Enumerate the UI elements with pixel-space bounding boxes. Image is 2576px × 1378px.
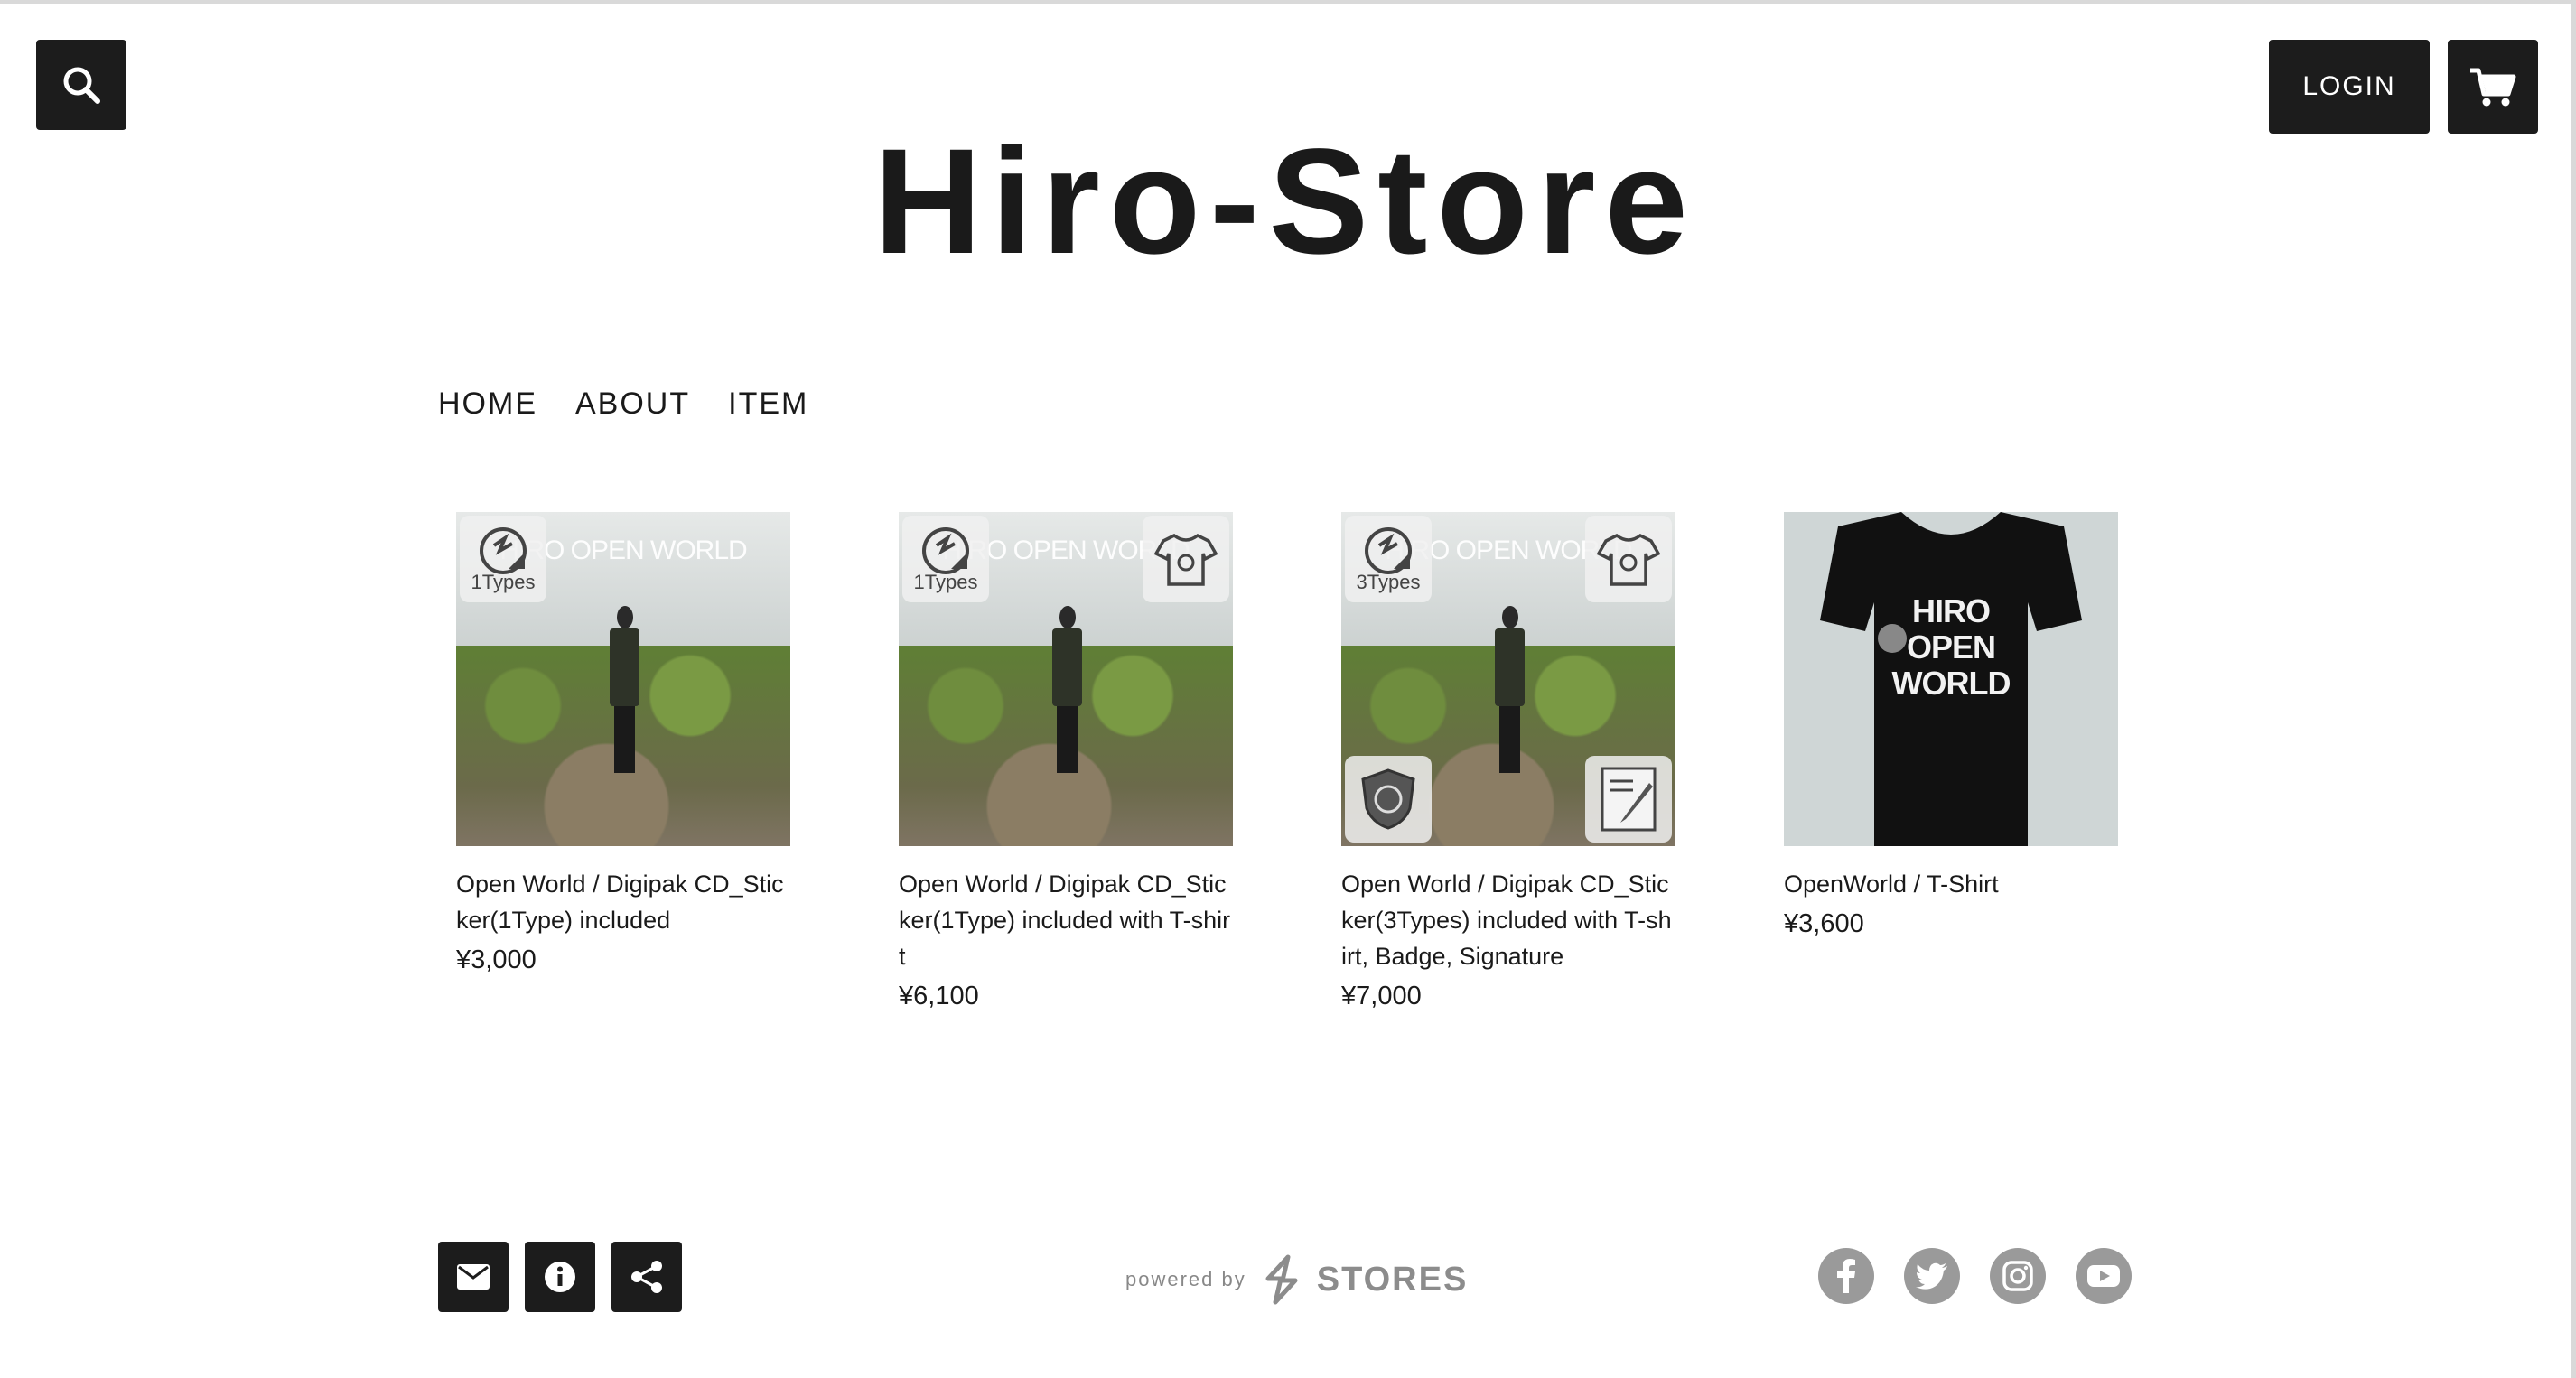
product-price: ¥6,100 <box>899 982 979 1010</box>
facebook-icon <box>1837 1259 1855 1293</box>
product-image[interactable]: HIRO OPEN WORLD 1Types <box>456 512 790 846</box>
signature-badge <box>1585 756 1672 843</box>
youtube-icon <box>2087 1265 2120 1287</box>
product-name[interactable]: OpenWorld / T-Shirt <box>1784 866 2118 902</box>
main-nav: HOME ABOUT ITEM <box>438 386 808 422</box>
sticker-types-label: 1Types <box>471 571 536 593</box>
badge-icon <box>1361 768 1415 830</box>
share-icon <box>631 1261 662 1293</box>
stores-logo-icon <box>1265 1254 1298 1305</box>
product-image[interactable]: HIRO OPEN WORLD <box>1784 512 2118 846</box>
sticker-types-label: 3Types <box>1356 571 1421 593</box>
product-card[interactable]: HIRO OPEN WORLD 1Types Open World / Digi… <box>456 512 790 975</box>
sticker-icon <box>1365 527 1412 574</box>
artist-figure <box>1052 605 1083 773</box>
info-button[interactable] <box>525 1242 595 1312</box>
sticker-icon <box>480 527 527 574</box>
instagram-icon <box>2002 1261 2033 1291</box>
badge-badge <box>1345 756 1432 843</box>
sticker-badge: 3Types <box>1345 516 1432 602</box>
artist-figure <box>610 605 640 773</box>
mail-button[interactable] <box>438 1242 509 1312</box>
store-title[interactable]: Hiro-Store <box>0 112 2571 292</box>
stores-brand: STORES <box>1316 1260 1469 1299</box>
info-icon <box>545 1262 575 1292</box>
product-image[interactable]: HIRO OPEN WORLD 3Types <box>1341 512 1675 846</box>
product-name[interactable]: Open World / Digipak CD_Sticker(1Type) i… <box>456 866 790 938</box>
product-card[interactable]: HIRO OPEN WORLD 1Types Open World / Digi… <box>899 512 1233 1011</box>
tshirt-badge <box>1143 516 1229 602</box>
sticker-badge: 1Types <box>902 516 989 602</box>
nav-item[interactable]: ITEM <box>728 386 808 422</box>
product-card[interactable]: HIRO OPEN WORLD OpenWorld / T-Shirt ¥3,6… <box>1784 512 2118 939</box>
product-price: ¥3,600 <box>1784 909 1864 938</box>
tshirt-icon <box>1597 533 1660 586</box>
sticker-types-label: 1Types <box>913 571 978 593</box>
product-name[interactable]: Open World / Digipak CD_Sticker(1Type) i… <box>899 866 1233 974</box>
cart-icon <box>2470 68 2516 107</box>
nav-home[interactable]: HOME <box>438 386 537 422</box>
youtube-link[interactable] <box>2076 1248 2132 1304</box>
powered-by-label: powered by <box>1125 1268 1246 1290</box>
share-button[interactable] <box>611 1242 682 1312</box>
powered-by-stores-link[interactable]: powered by STORES <box>1125 1253 1468 1306</box>
product-price: ¥7,000 <box>1341 982 1422 1010</box>
product-price: ¥3,000 <box>456 945 537 974</box>
twitter-link[interactable] <box>1904 1248 1960 1304</box>
mail-icon <box>457 1264 490 1290</box>
artist-figure <box>1495 605 1526 773</box>
tshirt-icon <box>1154 533 1218 586</box>
instagram-link[interactable] <box>1990 1248 2046 1304</box>
sticker-badge: 1Types <box>460 516 546 602</box>
window-edge <box>2571 4 2576 1378</box>
product-card[interactable]: HIRO OPEN WORLD 3Types Open World / Digi… <box>1341 512 1675 1011</box>
product-image[interactable]: HIRO OPEN WORLD 1Types <box>899 512 1233 846</box>
nav-about[interactable]: ABOUT <box>575 386 690 422</box>
product-name[interactable]: Open World / Digipak CD_Sticker(3Types) … <box>1341 866 1675 974</box>
signature-icon <box>1601 767 1657 832</box>
facebook-link[interactable] <box>1818 1248 1874 1304</box>
sticker-icon <box>922 527 969 574</box>
tshirt-print: HIRO OPEN WORLD <box>1891 592 2011 702</box>
twitter-icon <box>1916 1262 1947 1290</box>
search-icon <box>63 67 100 104</box>
tshirt-badge <box>1585 516 1672 602</box>
